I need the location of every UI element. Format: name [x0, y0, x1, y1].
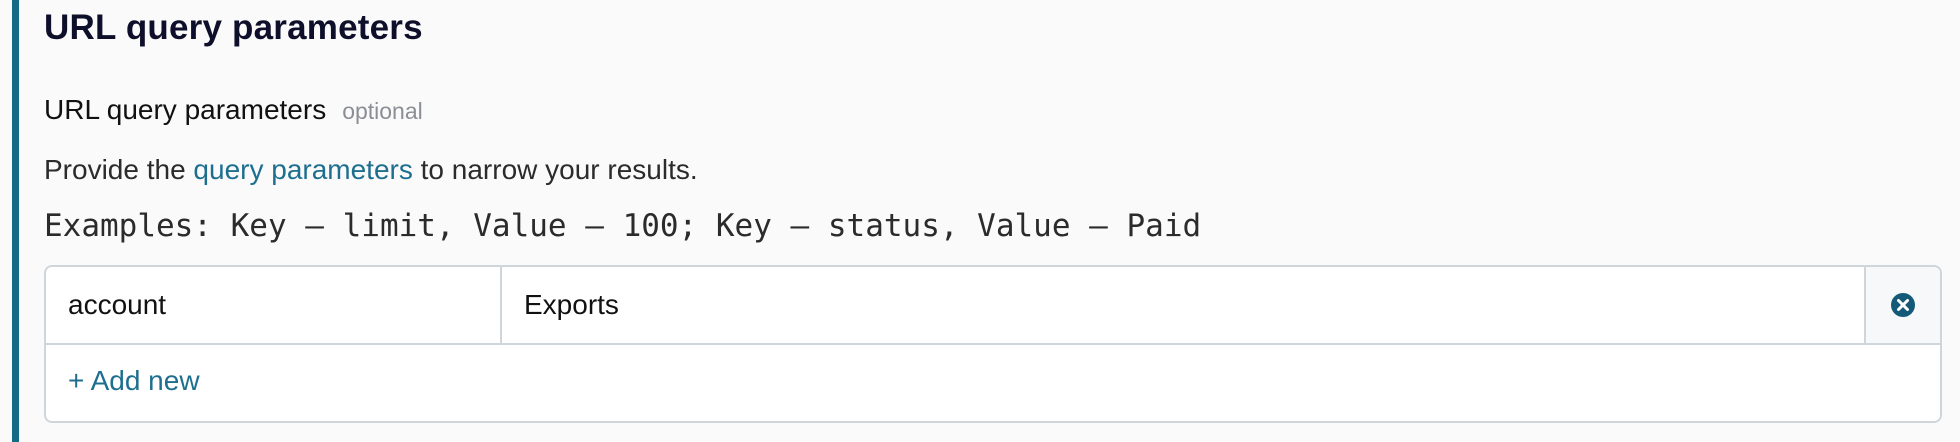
examples-text: Examples: Key – limit, Value – 100; Key … [44, 208, 1202, 244]
section-title: URL query parameters [44, 8, 423, 47]
key-value-table: account Exports + Add new [44, 265, 1942, 423]
optional-tag: optional [342, 98, 423, 124]
close-circle-icon [1891, 293, 1915, 317]
param-key-input[interactable]: account [46, 267, 502, 343]
query-params-panel: URL query parameters URL query parameter… [0, 0, 1960, 442]
field-label: URL query parameters [44, 94, 327, 125]
param-value-input[interactable]: Exports [502, 267, 1864, 343]
help-text-prefix: Provide the [44, 154, 194, 185]
help-text-suffix: to narrow your results. [412, 154, 698, 185]
help-text: Provide the query parameters to narrow y… [44, 154, 698, 186]
field-label-row: URL query parameters optional [44, 94, 423, 126]
remove-param-button[interactable] [1864, 267, 1940, 343]
add-new-button[interactable]: + Add new [68, 365, 200, 397]
query-parameters-link[interactable]: query parameters [193, 154, 412, 185]
section-accent-bar [12, 0, 19, 442]
param-row: account Exports [46, 267, 1940, 345]
